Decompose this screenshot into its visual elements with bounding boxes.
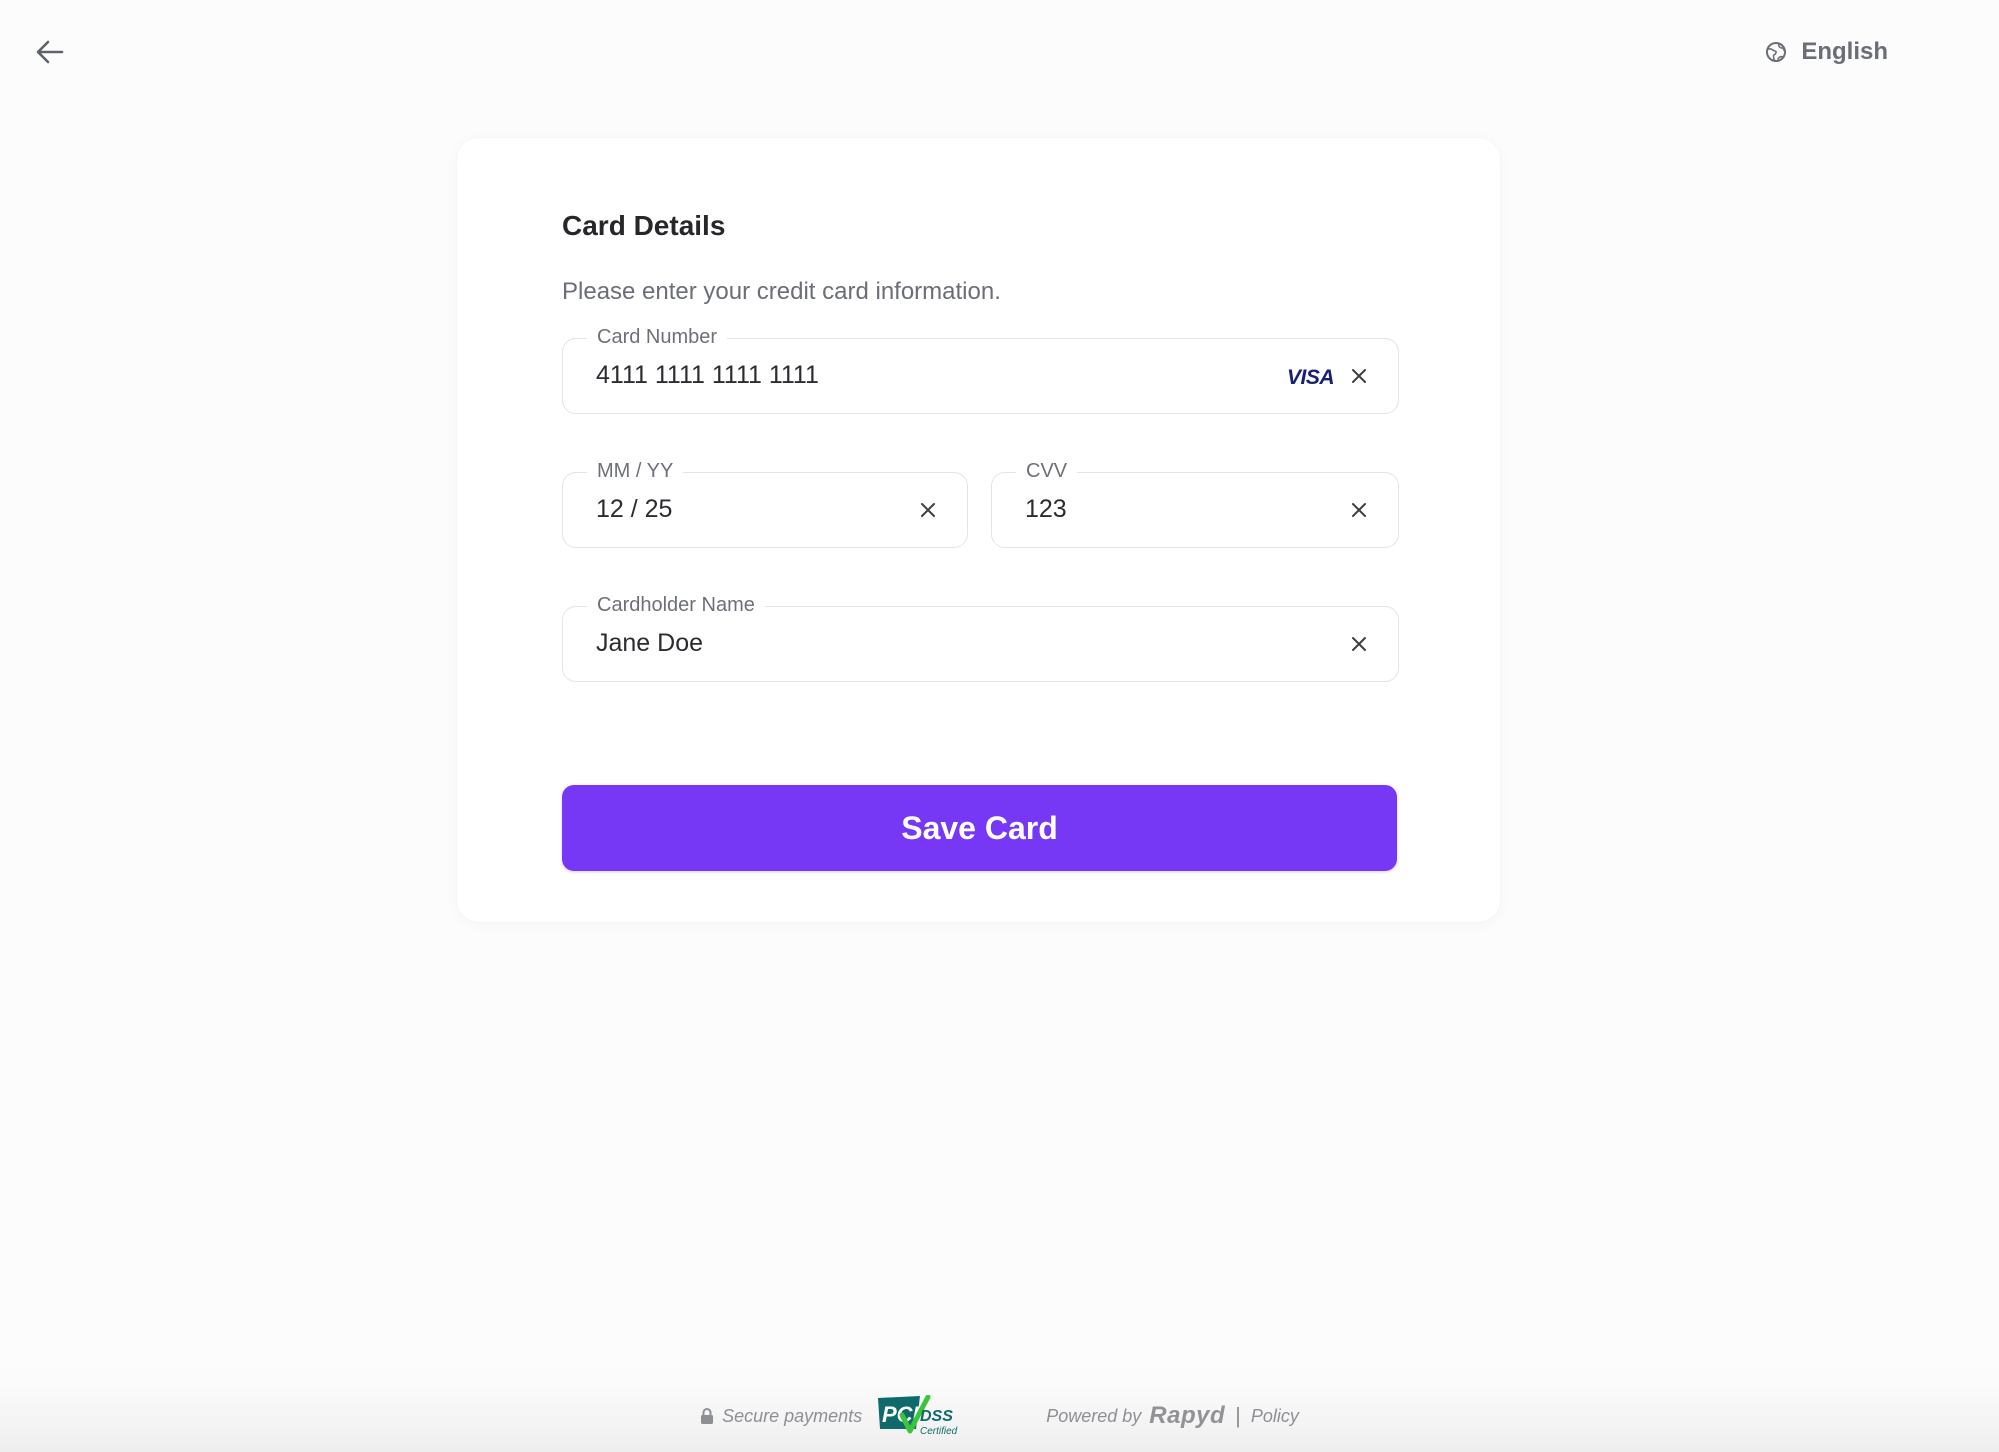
arrow-left-icon (36, 40, 64, 64)
expiry-date-field[interactable]: MM / YY 12 / 25 (562, 458, 968, 548)
save-card-button[interactable]: Save Card (562, 785, 1397, 871)
clear-cardholder-name-button[interactable] (1346, 631, 1372, 657)
close-icon (1352, 503, 1366, 517)
cvv-field[interactable]: CVV 123 (991, 458, 1399, 548)
expiry-label: MM / YY (587, 458, 684, 484)
secure-payments-label: Secure payments (722, 1405, 863, 1426)
pci-dss-certified-badge: PCI DSS Certified (876, 1395, 960, 1437)
policy-link[interactable]: Policy (1251, 1406, 1299, 1427)
card-number-label: Card Number (587, 324, 728, 350)
footer: Secure payments PCI DSS Certified Powere… (0, 1392, 1999, 1440)
cvv-label: CVV (1016, 458, 1078, 484)
cardholder-name-input[interactable]: Jane Doe (596, 627, 703, 659)
clear-expiry-button[interactable] (915, 497, 941, 523)
close-icon (1352, 637, 1366, 651)
pci-certified-text: Certified (920, 1426, 958, 1437)
close-icon (921, 503, 935, 517)
cvv-input[interactable]: 123 (1025, 493, 1067, 525)
cardholder-name-label: Cardholder Name (587, 592, 765, 618)
close-icon (1352, 369, 1366, 383)
form-instructions: Please enter your credit card informatio… (562, 278, 1001, 305)
secure-payments: Secure payments (700, 1406, 862, 1427)
powered-by: Powered by Rapyd (1046, 1402, 1225, 1430)
clear-cvv-button[interactable] (1346, 497, 1372, 523)
lock-icon (701, 1408, 714, 1424)
globe-icon (1766, 42, 1787, 62)
page-title: Card Details (562, 210, 726, 241)
powered-by-label: Powered by (1046, 1405, 1142, 1426)
card-details-panel: Card Details Please enter your credit ca… (457, 138, 1500, 922)
footer-separator: | (1235, 1403, 1241, 1428)
cardholder-name-field[interactable]: Cardholder Name Jane Doe (562, 592, 1399, 682)
language-selector[interactable]: English (1765, 34, 1888, 70)
card-number-field[interactable]: Card Number 4111 1111 1111 1111 VISA (562, 324, 1399, 414)
pci-dss-text: DSS (920, 1408, 953, 1425)
clear-card-number-button[interactable] (1346, 363, 1372, 389)
language-label: English (1801, 38, 1888, 65)
expiry-input[interactable]: 12 / 25 (596, 493, 672, 525)
card-brand-text: VISA (1287, 366, 1334, 387)
visa-logo-icon: VISA (1286, 364, 1338, 388)
card-number-input[interactable]: 4111 1111 1111 1111 (596, 359, 819, 391)
back-button[interactable] (30, 34, 70, 70)
rapyd-logo: Rapyd (1149, 1402, 1226, 1429)
